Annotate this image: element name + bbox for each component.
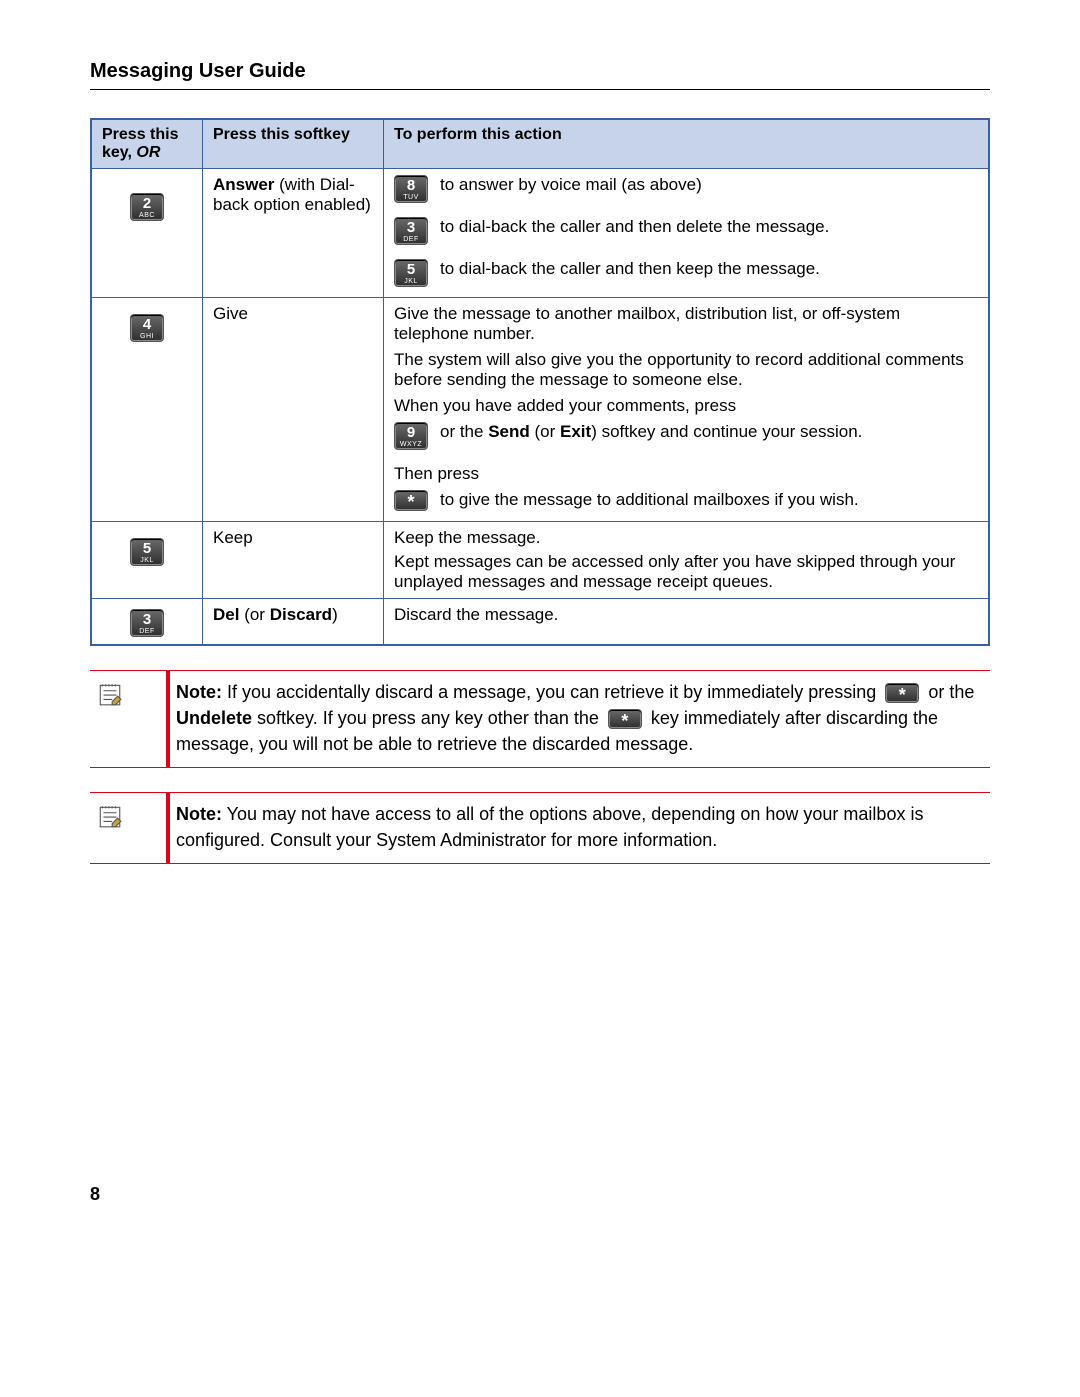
cell-soft-give: Give <box>203 298 384 522</box>
key-star-icon-c: * <box>608 709 642 730</box>
notepad-icon <box>97 803 123 829</box>
key-5-icon-b: 5 JKL <box>130 538 164 566</box>
page-number: 8 <box>90 1184 990 1205</box>
cell-act-keep: Keep the message. Kept messages can be a… <box>384 521 990 598</box>
note-undelete: Note: If you accidentally discard a mess… <box>90 670 990 768</box>
th-action: To perform this action <box>384 119 990 169</box>
row-answer: 2 ABC Answer (with Dial-back option enab… <box>91 169 989 298</box>
key-8-icon: 8 TUV <box>394 175 428 203</box>
actions-table: Press this key, OR Press this softkey To… <box>90 118 990 646</box>
cell-key-4: 4 GHI <box>91 298 203 522</box>
page-title: Messaging User Guide <box>90 60 990 83</box>
cell-soft-keep: Keep <box>203 521 384 598</box>
note-icon <box>90 671 130 767</box>
notepad-icon <box>97 681 123 707</box>
key-star-icon-b: * <box>885 683 919 704</box>
cell-key-5: 5 JKL <box>91 521 203 598</box>
cell-key-2: 2 ABC <box>91 169 203 298</box>
th-softkey: Press this softkey <box>203 119 384 169</box>
cell-key-3b: 3 DEF <box>91 598 203 645</box>
key-2-icon: 2 ABC <box>130 193 164 221</box>
title-rule <box>90 89 990 90</box>
note-body-2: Note: You may not have access to all of … <box>170 793 990 863</box>
key-9-icon: 9 WXYZ <box>394 422 428 450</box>
cell-act-give: Give the message to another mailbox, dis… <box>384 298 990 522</box>
row-discard: 3 DEF Del (or Discard) Discard the messa… <box>91 598 989 645</box>
note-icon-2 <box>90 793 130 863</box>
row-give: 4 GHI Give Give the message to another m… <box>91 298 989 522</box>
row-keep: 5 JKL Keep Keep the message. Kept messag… <box>91 521 989 598</box>
cell-soft-discard: Del (or Discard) <box>203 598 384 645</box>
key-4-icon: 4 GHI <box>130 314 164 342</box>
cell-act-discard: Discard the message. <box>384 598 990 645</box>
note-access: Note: You may not have access to all of … <box>90 792 990 864</box>
key-5-icon: 5 JKL <box>394 259 428 287</box>
note-body: Note: If you accidentally discard a mess… <box>170 671 990 767</box>
key-3-icon-b: 3 DEF <box>130 609 164 637</box>
cell-soft-answer: Answer (with Dial-back option enabled) <box>203 169 384 298</box>
page: Messaging User Guide Press this key, OR … <box>0 0 1080 1245</box>
th-key: Press this key, OR <box>91 119 203 169</box>
cell-act-answer: 8 TUV to answer by voice mail (as above)… <box>384 169 990 298</box>
key-star-icon: * <box>394 490 428 511</box>
key-3-icon: 3 DEF <box>394 217 428 245</box>
